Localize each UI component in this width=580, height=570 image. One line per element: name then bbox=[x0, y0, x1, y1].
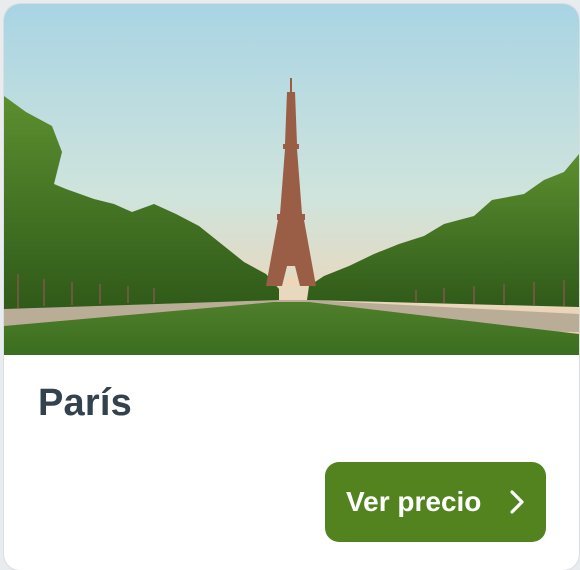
destination-title: París bbox=[38, 382, 132, 424]
destination-card[interactable]: París Ver precio bbox=[4, 4, 579, 570]
view-price-button[interactable]: Ver precio bbox=[325, 462, 546, 542]
view-price-label: Ver precio bbox=[346, 486, 482, 517]
destination-photo bbox=[4, 4, 579, 355]
chevron-right-icon bbox=[510, 490, 524, 514]
